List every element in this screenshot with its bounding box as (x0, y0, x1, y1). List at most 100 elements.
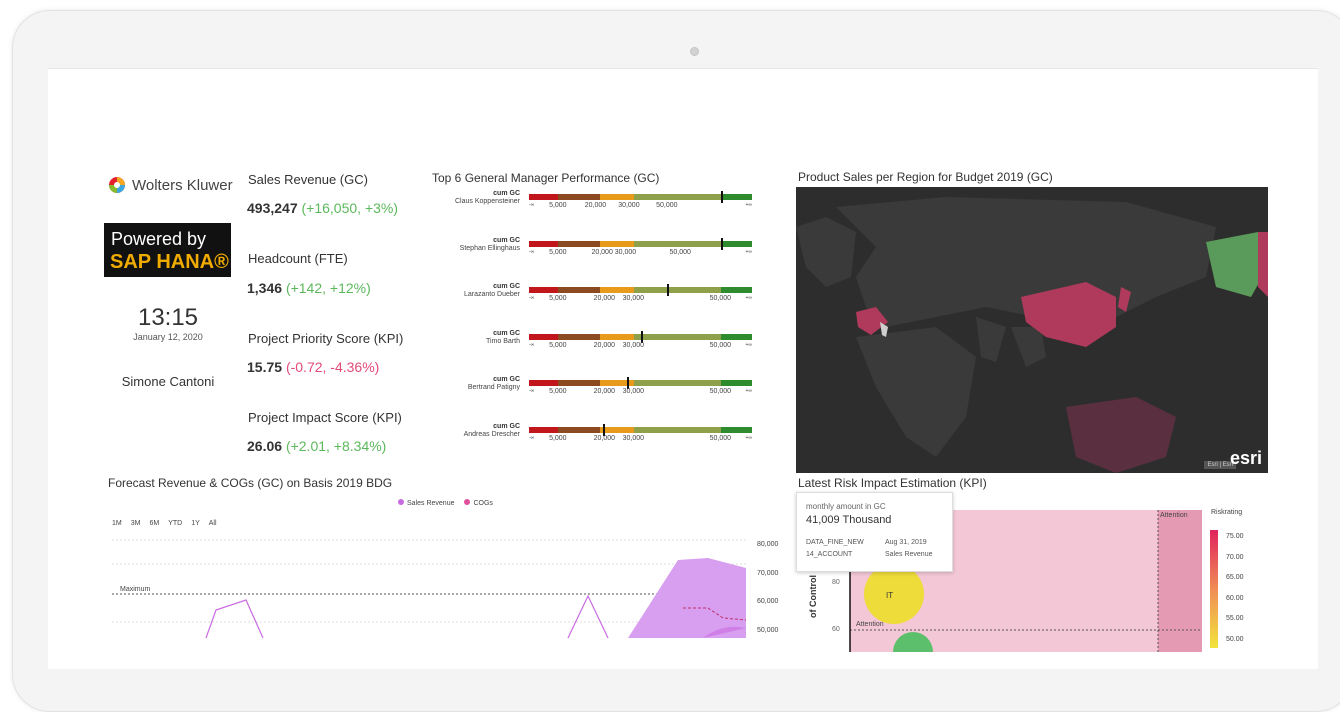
gm-tick: 30,000 (622, 341, 645, 349)
risk-y-tick: 60 (832, 626, 840, 633)
wolters-kluwer-icon (109, 177, 125, 193)
gm-bullet-segment (557, 194, 601, 200)
gm-tick: 50,000 (709, 388, 732, 395)
legend-label: Sales Revenue (407, 500, 455, 507)
cogs-dot (464, 499, 471, 505)
clock-date: January 12, 2020 (133, 332, 203, 342)
forecast-legend: Sales Revenue COGs (398, 499, 493, 507)
kpi-delta: (+142, +12%) (285, 280, 371, 296)
gm-tick: 20,000 30,000 (591, 248, 637, 256)
gm-bullet-segment (600, 426, 634, 433)
esri-logo: esri (1229, 448, 1262, 468)
powered-by-text: Powered by (111, 229, 207, 249)
sales-revenue-line (205, 599, 264, 639)
gm-measure-label: cum GC (493, 376, 520, 383)
gm-bullet-row[interactable]: cum GC Larazanto Dueber -∞ 5,000 20,000 30,00… (432, 283, 762, 313)
gm-measure-label: cum GC (493, 236, 520, 244)
tooltip-field1-key: DATA_FINE_NEW (806, 539, 864, 546)
gm-bullet-row[interactable]: cum GC Timo Barth -∞ 5,000 20,000 30,000 50,00… (432, 330, 762, 360)
user-name: Simone Cantoni (121, 374, 215, 389)
kpi-title-project-impact[interactable]: Project Impact Score (KPI) (248, 410, 402, 425)
kpi-title-project-priority[interactable]: Project Priority Score (KPI) (248, 331, 403, 346)
y-tick: 80,000 (757, 541, 779, 548)
kpi-number: 1,346 (247, 280, 283, 296)
kpi-title-headcount[interactable]: Headcount (FTE) (248, 251, 348, 266)
gm-tick: 50,000 (709, 295, 732, 302)
gm-tick: 5,000 (549, 434, 567, 442)
gm-manager-name: Stephan Ellinghaus (459, 244, 520, 252)
gm-bullet-row[interactable]: cum GC Andreas Drescher -∞ 5,000 20,000 30,00… (432, 423, 762, 453)
riskrating-legend-title: Riskrating (1211, 509, 1243, 516)
gm-bullet-segment (600, 287, 634, 293)
gm-measure-label: cum GC (493, 329, 520, 337)
region-sales-map[interactable]: Esri | Esri esri (796, 187, 1268, 473)
risk-title: Latest Risk Impact Estimation (KPI) (798, 476, 987, 490)
legend-tick: 55.00 (1226, 615, 1244, 622)
gm-tick: 5,000 (549, 341, 567, 349)
sales-revenue-dot (398, 499, 404, 505)
range-all-button[interactable]: All (209, 520, 217, 527)
gm-bullet-bar (529, 330, 752, 343)
legend-item-cogs[interactable]: COGs (464, 499, 493, 507)
kpi-title-sales-revenue[interactable]: Sales Revenue (GC) (248, 172, 368, 187)
attention-label-bottom: Attention (856, 621, 884, 628)
gm-bullet-segment (529, 240, 558, 247)
range-1m-button[interactable]: 1M (112, 520, 122, 527)
gm-bullet-row[interactable]: cum GC Claus Koppensteiner -∞ 5,000 20,000 30… (432, 190, 762, 220)
kpi-value-sales-revenue: 493,247 (+16,050, +3%) (247, 200, 398, 216)
gm-bullet-segment (720, 287, 752, 293)
world-map (796, 187, 1268, 473)
gm-bullet-segment (633, 194, 721, 200)
gm-tick-max: +∞ (745, 248, 752, 255)
gm-tick-min: -∞ (529, 202, 535, 208)
gm-bullet-bar (529, 237, 752, 250)
range-6m-button[interactable]: 6M (149, 520, 159, 527)
gm-bullet-row[interactable]: cum GC Stephan Ellinghaus -∞ 5,000 20,000 30… (432, 237, 762, 267)
gm-tick-labels: -∞ 5,000 20,000 30,000 50,000 +∞ (529, 202, 752, 212)
gm-tick: 30,000 (618, 202, 640, 209)
range-ytd-button[interactable]: YTD (168, 520, 182, 527)
legend-item-sales-revenue[interactable]: Sales Revenue (398, 499, 454, 507)
kpi-number: 15.75 (247, 359, 283, 375)
clock-time: 13:15 (137, 304, 199, 331)
gm-manager-name: Larazanto Dueber (463, 291, 520, 298)
gm-tick: 20,000 (593, 341, 616, 349)
maximum-label: Maximum (120, 586, 151, 593)
y-tick: 60,000 (757, 598, 779, 605)
gm-bullet-segment (720, 240, 752, 247)
forecast-chart[interactable] (108, 528, 798, 648)
gm-bullet-row[interactable]: cum GC Bertrand Patigny -∞ 5,000 20,000 30,00… (432, 376, 762, 406)
gm-bullet-segment (633, 333, 721, 340)
kpi-value-headcount: 1,346 (+142, +12%) (247, 280, 371, 296)
range-3m-button[interactable]: 3M (131, 520, 141, 527)
risk-bubble-it[interactable] (864, 564, 924, 624)
gm-performance-title: Top 6 General Manager Performance (GC) (432, 171, 660, 185)
gm-tick-max: +∞ (745, 434, 752, 441)
company-name: Wolters Kluwer (132, 176, 233, 194)
gm-bullet-segment (557, 287, 601, 293)
tooltip-label: monthly amount in GC (806, 502, 886, 511)
gm-tick: 30,000 (622, 388, 645, 395)
gm-tick-max: +∞ (745, 341, 752, 348)
riskrating-legend-ticks: 75.00 70.00 65.00 60.00 55.00 50.00 (1226, 527, 1244, 650)
gm-tick-labels: -∞ 5,000 20,000 30,000 50,000 +∞ (529, 388, 752, 398)
gm-bullet-bar (529, 191, 752, 203)
gm-bullet-segment (720, 426, 752, 433)
gm-bullet-segment (529, 426, 558, 433)
legend-tick: 65.00 (1226, 574, 1244, 581)
bubble-label-it: IT (886, 591, 894, 600)
legend-tick: 75.00 (1226, 533, 1244, 540)
region-canada-west[interactable] (1258, 232, 1268, 297)
attention-label-top: Attention (1160, 512, 1188, 519)
forecast-title: Forecast Revenue & COGs (GC) on Basis 20… (108, 476, 393, 490)
gm-bullet-segment (557, 240, 601, 247)
gm-bullet-segment (720, 380, 752, 386)
gm-tick-min: -∞ (529, 341, 535, 348)
gm-tick: 50,000 (669, 248, 691, 256)
risk-y-tick: 80 (832, 579, 840, 586)
range-1y-button[interactable]: 1Y (191, 520, 200, 527)
kpi-delta: (+2.01, +8.34%) (285, 438, 387, 454)
gm-bullet-segment (529, 194, 558, 200)
gm-bullet-segment (633, 287, 721, 293)
attention-zone (1158, 510, 1202, 652)
